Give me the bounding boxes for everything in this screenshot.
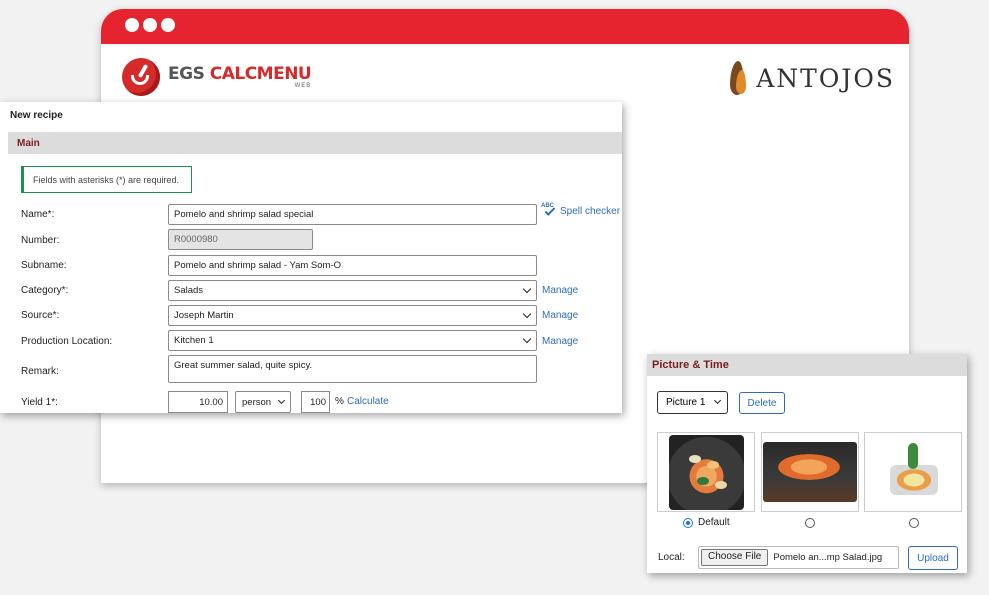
picture-thumbnail[interactable] bbox=[761, 432, 859, 512]
new-recipe-panel: New recipe Main Fields with asterisks (*… bbox=[0, 102, 622, 413]
delete-button[interactable]: Delete bbox=[739, 392, 785, 414]
default-radio-3[interactable] bbox=[909, 518, 919, 528]
number-label: Number: bbox=[21, 235, 60, 246]
antojos-logo-text: ANTOJOS bbox=[756, 63, 895, 93]
flame-icon bbox=[728, 61, 748, 95]
default-radio-2[interactable] bbox=[805, 518, 815, 528]
picture-time-panel: Picture & Time Picture 1 Delete Default … bbox=[647, 354, 967, 573]
food-photo-image bbox=[668, 434, 744, 510]
production-location-label: Production Location: bbox=[21, 336, 113, 347]
source-select[interactable]: Joseph Martin bbox=[168, 305, 537, 326]
choose-file-button[interactable]: Choose File bbox=[701, 549, 769, 566]
yield-unit-select[interactable]: person bbox=[235, 391, 291, 413]
production-location-manage-link[interactable]: Manage bbox=[542, 336, 578, 347]
food-photo-image bbox=[763, 442, 857, 502]
subname-field[interactable]: Pomelo and shrimp salad - Yam Som-O bbox=[168, 255, 537, 276]
picture-thumbnail[interactable] bbox=[657, 432, 755, 512]
egs-calcmenu-logo: EGS CALCMENU WEB bbox=[122, 58, 312, 96]
yield-quantity-input[interactable]: 10.00 bbox=[168, 391, 228, 413]
spell-checker-label: Spell checker bbox=[560, 205, 621, 217]
subname-label: Subname: bbox=[21, 260, 67, 271]
picture-thumbnail[interactable] bbox=[864, 432, 962, 512]
food-photo-image bbox=[885, 434, 941, 510]
picture-time-header: Picture & Time bbox=[647, 354, 967, 376]
browser-title-bar bbox=[101, 9, 909, 44]
panel-title: New recipe bbox=[10, 110, 63, 121]
percent-sign: % bbox=[335, 396, 344, 407]
category-manage-link[interactable]: Manage bbox=[542, 285, 578, 296]
spell-checker-link[interactable]: ABC Spell checker bbox=[541, 203, 621, 218]
yield-percent-input[interactable]: 100 bbox=[301, 391, 330, 413]
category-select[interactable]: Salads bbox=[168, 280, 537, 301]
section-header-main: Main bbox=[8, 132, 622, 154]
source-manage-link[interactable]: Manage bbox=[542, 310, 578, 321]
production-location-select[interactable]: Kitchen 1 bbox=[168, 330, 537, 351]
logo-text-main: EGS bbox=[168, 63, 210, 84]
yield-label: Yield 1*: bbox=[21, 397, 58, 408]
remark-textarea[interactable]: Great summer salad, quite spicy. bbox=[168, 355, 537, 383]
calculate-link[interactable]: Calculate bbox=[347, 396, 389, 407]
category-label: Category*: bbox=[21, 285, 69, 296]
upload-button[interactable]: Upload bbox=[908, 546, 958, 570]
selected-file-name: Pomelo an...mp Salad.jpg bbox=[773, 552, 883, 563]
spell-check-icon: ABC bbox=[541, 203, 557, 218]
window-dot-icon bbox=[125, 18, 139, 32]
default-radio-1[interactable] bbox=[683, 518, 693, 528]
logo-text-accent: CALCMENU bbox=[209, 63, 312, 84]
required-fields-notice: Fields with asterisks (*) are required. bbox=[21, 166, 192, 193]
remark-label: Remark: bbox=[21, 366, 59, 377]
calcmenu-badge-icon bbox=[122, 58, 160, 96]
antojos-logo: ANTOJOS bbox=[728, 61, 895, 95]
local-label: Local: bbox=[658, 552, 685, 563]
window-dot-icon bbox=[161, 18, 175, 32]
source-label: Source*: bbox=[21, 310, 60, 321]
picture-select[interactable]: Picture 1 bbox=[657, 391, 728, 414]
name-field[interactable]: Pomelo and shrimp salad special bbox=[168, 204, 537, 225]
name-label: Name*: bbox=[21, 209, 55, 220]
file-input[interactable]: Choose File Pomelo an...mp Salad.jpg bbox=[698, 546, 899, 569]
default-label: Default bbox=[698, 517, 730, 528]
window-dot-icon bbox=[143, 18, 157, 32]
number-field: R0000980 bbox=[168, 229, 313, 250]
